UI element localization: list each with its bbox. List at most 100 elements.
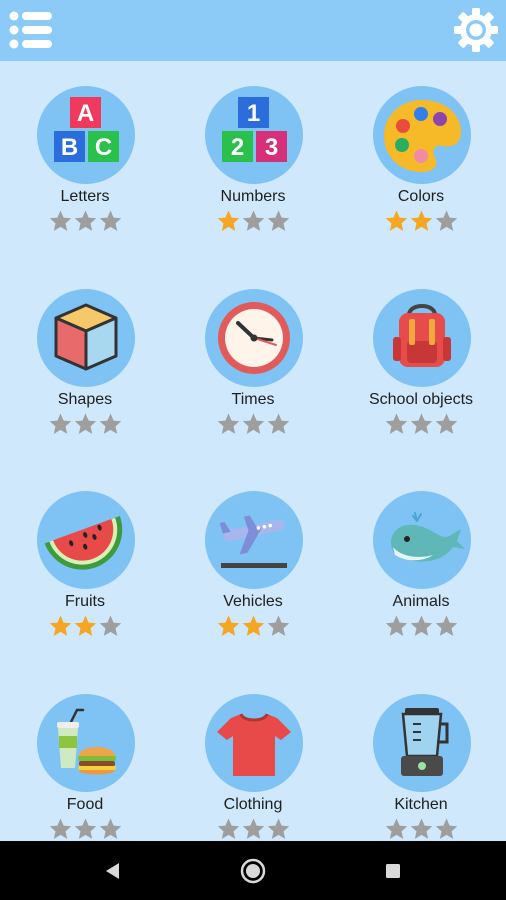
category-label: School objects [368,391,474,408]
star-filled-icon [217,615,240,636]
star-filled-icon [410,210,433,231]
back-button[interactable] [95,853,131,889]
star-rating [48,817,124,841]
category-label: Colors [397,188,445,205]
cube-icon [54,303,118,371]
category-tile-food[interactable]: Food [1,669,169,841]
number-blocks-icon: 1 2 3 [222,97,287,162]
star-filled-icon [217,210,240,231]
star-rating [48,209,124,233]
category-label: Food [66,796,104,813]
star-empty-icon [435,615,458,636]
star-empty-icon [217,818,240,839]
star-empty-icon [435,413,458,434]
star-rating [384,614,460,638]
star-empty-icon [74,413,97,434]
category-label: Animals [392,593,450,610]
icon-circle [373,694,471,792]
star-empty-icon [385,615,408,636]
star-filled-icon [49,615,72,636]
icon-circle [373,491,471,589]
star-empty-icon [410,615,433,636]
star-empty-icon [385,413,408,434]
blender-icon [401,708,449,776]
icon-circle [37,491,135,589]
category-tile-fruits[interactable]: Fruits [1,466,169,656]
star-empty-icon [267,210,290,231]
paint-palette-icon [384,100,461,172]
app-header [0,0,506,61]
menu-button[interactable] [8,9,54,53]
system-navigation-bar [0,841,506,900]
star-empty-icon [267,615,290,636]
svg-text:2: 2 [231,134,244,161]
icon-circle [205,491,303,589]
star-rating [48,614,124,638]
star-empty-icon [74,818,97,839]
star-empty-icon [410,413,433,434]
category-tile-shapes[interactable]: Shapes [1,264,169,454]
star-empty-icon [435,818,458,839]
icon-circle: A B C [37,86,135,184]
home-button[interactable] [235,853,271,889]
gear-icon [454,8,498,52]
category-tile-vehicles[interactable]: Vehicles [169,466,337,656]
star-empty-icon [242,818,265,839]
category-label: Clothing [223,796,283,813]
category-tile-clothing[interactable]: Clothing [169,669,337,841]
category-tile-numbers[interactable]: 1 2 3 Numbers [169,61,337,251]
category-tile-colors[interactable]: Colors [337,61,505,251]
category-grid: A B C Letters 1 2 3 Numbers Colors Shape… [0,61,506,841]
home-circle-icon [240,858,266,884]
icon-circle [373,289,471,387]
clock-icon [218,302,290,374]
airplane-icon [219,515,287,568]
abc-blocks-icon: A B C [54,97,119,162]
star-empty-icon [99,210,122,231]
star-empty-icon [267,818,290,839]
icon-circle [37,289,135,387]
back-triangle-icon [106,863,119,879]
settings-button[interactable] [453,7,499,53]
category-label: Kitchen [394,796,448,813]
recents-square-icon [386,864,400,878]
star-filled-icon [385,210,408,231]
star-rating [384,817,460,841]
backpack-icon [393,304,451,367]
category-tile-letters[interactable]: A B C Letters [1,61,169,251]
star-empty-icon [49,413,72,434]
svg-text:B: B [61,134,78,161]
star-empty-icon [435,210,458,231]
hamburger-menu-icon [9,11,52,49]
svg-text:3: 3 [265,134,278,161]
svg-text:A: A [77,100,94,127]
category-label: Shapes [57,391,113,408]
star-empty-icon [267,413,290,434]
watermelon-icon [44,515,123,570]
star-rating [216,412,292,436]
category-label: Times [231,391,275,408]
star-empty-icon [242,413,265,434]
recents-button[interactable] [375,853,411,889]
icon-circle: 1 2 3 [205,86,303,184]
star-rating [384,412,460,436]
star-empty-icon [74,210,97,231]
category-tile-school-objects[interactable]: School objects [337,264,505,454]
category-tile-kitchen[interactable]: Kitchen [337,669,505,841]
category-tile-times[interactable]: Times [169,264,337,454]
svg-text:1: 1 [247,100,260,127]
star-empty-icon [217,413,240,434]
category-label: Numbers [220,188,286,205]
star-rating [384,209,460,233]
tshirt-icon [217,713,291,776]
icon-circle [37,694,135,792]
burger-drink-icon [57,708,116,775]
icon-circle [373,86,471,184]
star-empty-icon [242,210,265,231]
category-tile-animals[interactable]: Animals [337,466,505,656]
category-label: Vehicles [223,593,283,610]
category-label: Fruits [65,593,105,610]
star-empty-icon [410,818,433,839]
star-filled-icon [74,615,97,636]
star-rating [216,209,292,233]
